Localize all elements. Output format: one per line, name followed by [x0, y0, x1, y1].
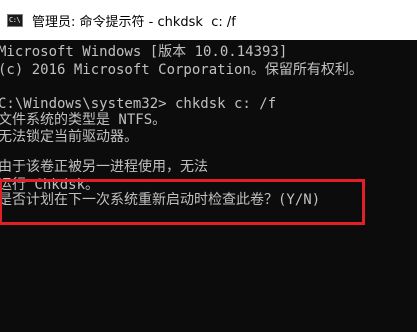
- icon-glyph: C:\: [9, 15, 21, 24]
- console-line-lock-failed: 无法锁定当前驱动器。: [0, 129, 138, 145]
- console-line-schedule-prompt: 是否计划在下一次系统重新启动时检查此卷？(Y/N): [0, 192, 321, 208]
- window-title: 管理员: 命令提示符 - chkdsk c: /f: [32, 14, 236, 30]
- console-line-version: Microsoft Windows [版本 10.0.14393]: [0, 44, 288, 60]
- console-line-copyright: (c) 2016 Microsoft Corporation。保留所有权利。: [0, 62, 363, 78]
- console-line-in-use: 由于该卷正被另一进程使用，无法: [0, 159, 208, 175]
- title-bar[interactable]: C:\ 管理员: 命令提示符 - chkdsk c: /f: [0, 0, 417, 40]
- command-prompt-icon[interactable]: C:\: [7, 13, 23, 27]
- console-line-filesystem: 文件系统的类型是 NTFS。: [0, 112, 167, 128]
- command-prompt-window: C:\ 管理员: 命令提示符 - chkdsk c: /f Microsoft …: [0, 0, 417, 332]
- console-output[interactable]: Microsoft Windows [版本 10.0.14393] (c) 20…: [0, 40, 417, 332]
